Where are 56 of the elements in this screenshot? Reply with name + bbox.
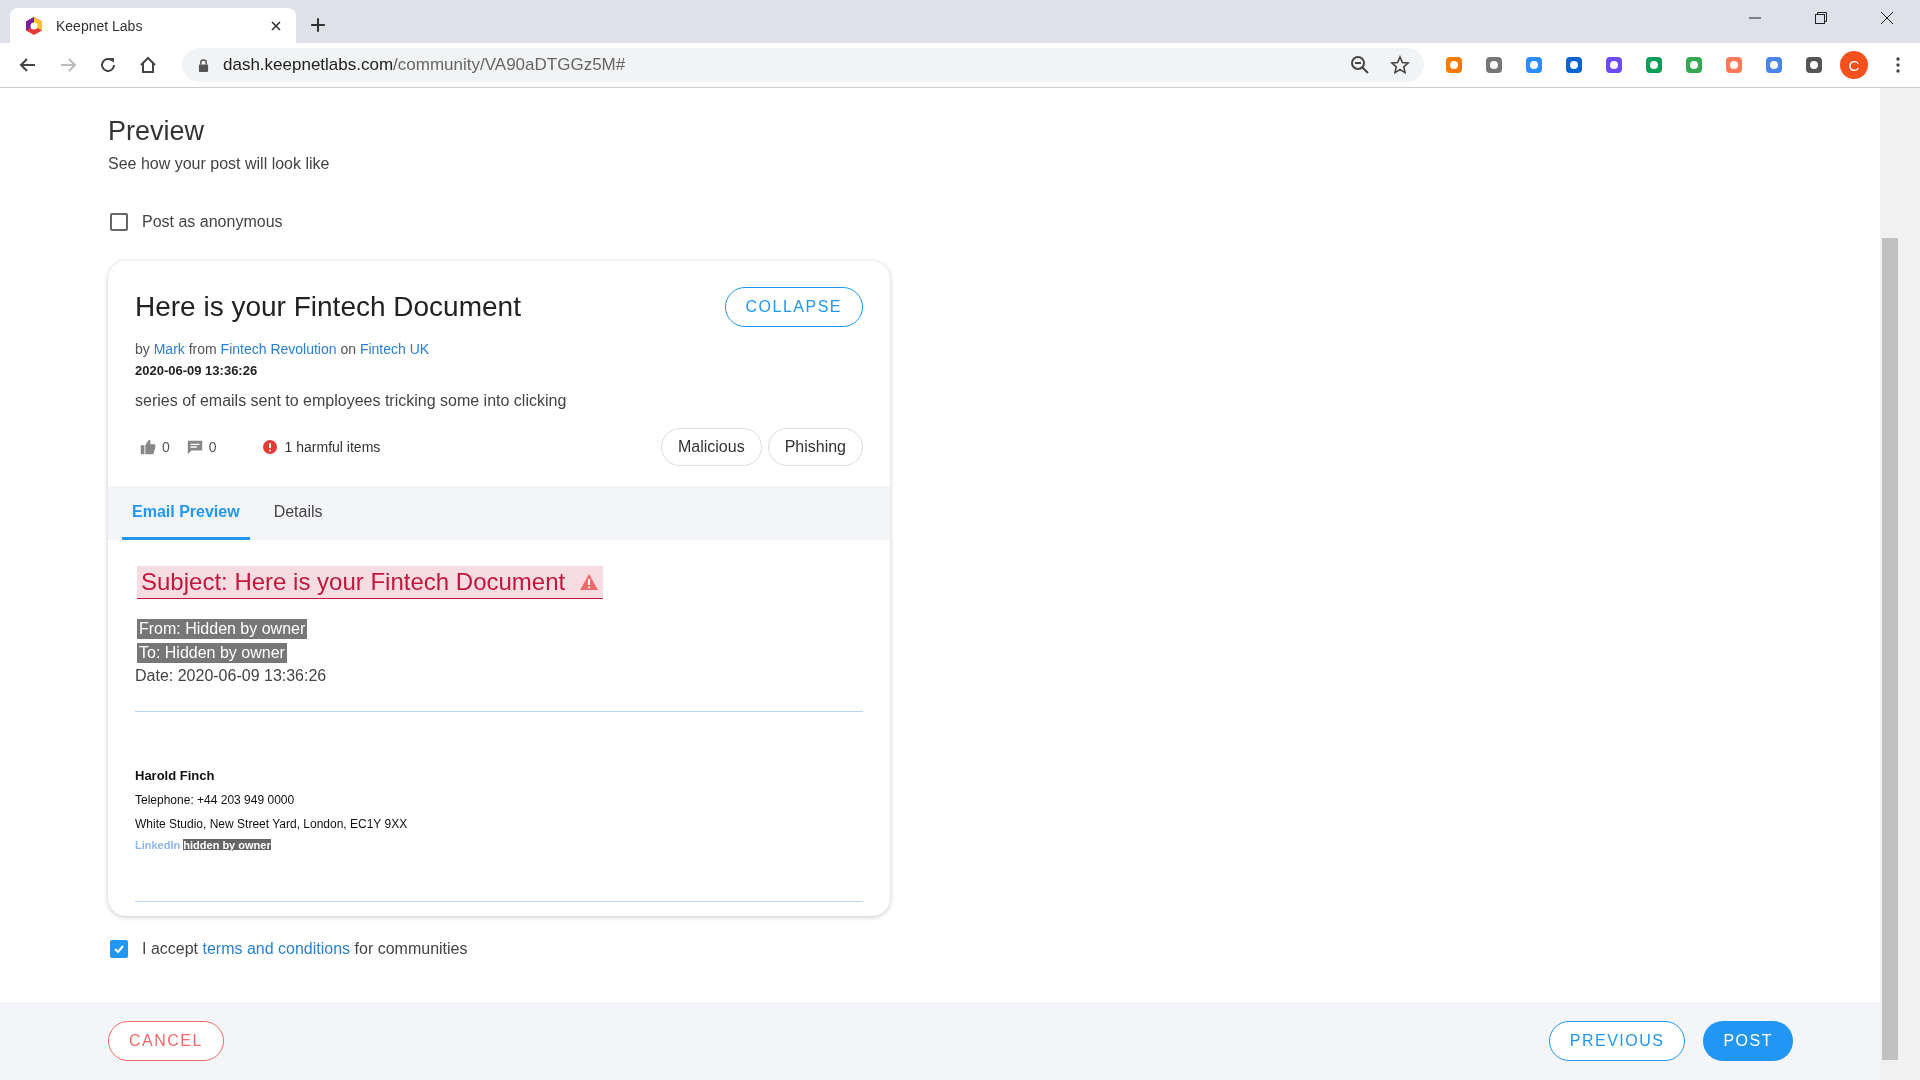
star-icon[interactable] [1390, 55, 1410, 75]
hexagon-logo-icon [24, 15, 44, 36]
browser-tab[interactable]: Keepnet Labs [10, 8, 296, 43]
subject-text: Subject: Here is your Fintech Document [141, 568, 566, 596]
post-byline: by Mark from Fintech Revolution on Fintech UK [135, 341, 431, 357]
comment-count: 0 [208, 439, 217, 455]
extension-icon[interactable] [1604, 55, 1624, 75]
previous-button[interactable]: PREVIOUS [1548, 1021, 1686, 1061]
post-description: series of emails sent to employees tricking some into clicking [135, 392, 568, 410]
email-to: To: Hidden by owner [137, 643, 287, 663]
anonymous-checkbox[interactable] [110, 213, 128, 231]
community-link[interactable]: Fintech UK [359, 341, 430, 357]
new-tab-icon[interactable] [310, 17, 326, 33]
post-date: 2020-06-09 13:36:26 [135, 363, 259, 378]
cancel-button[interactable]: CANCEL [108, 1021, 224, 1061]
close-icon[interactable] [1880, 11, 1894, 25]
close-icon[interactable] [270, 19, 282, 32]
email-date: Date: 2020-06-09 13:36:26 [135, 667, 328, 685]
extension-icon[interactable] [1484, 55, 1504, 75]
checkbox-label: Post as anonymous [142, 213, 283, 231]
alert-icon [262, 440, 277, 454]
extension-icon[interactable] [1644, 55, 1664, 75]
collapse-button[interactable]: COLLAPSE [724, 287, 863, 327]
address-bar[interactable]: dash.keepnetlabs.com/community/VA90aDTGGz5M# [182, 48, 1424, 82]
home-icon[interactable] [138, 55, 158, 75]
extension-icon[interactable] [1804, 55, 1824, 75]
terms-text: I accept terms and conditions for communities [142, 940, 468, 958]
signature-telephone: Telephone: +44 203 949 0000 [135, 793, 296, 807]
extension-icon[interactable] [1524, 55, 1544, 75]
profile-avatar[interactable]: C [1840, 51, 1868, 79]
group-link[interactable]: Fintech Revolution [220, 341, 337, 357]
like-count: 0 [162, 439, 170, 455]
terms-checkbox[interactable] [110, 940, 128, 958]
terms-link[interactable]: terms and conditions [202, 940, 351, 957]
page-subtitle: See how your post will look like [108, 155, 331, 173]
email-from: From: Hidden by owner [137, 619, 308, 639]
restore-icon[interactable] [1814, 11, 1828, 25]
preview-tab[interactable]: Email Preview [122, 486, 250, 540]
signature-address: White Studio, New Street Yard, London, EC1Y 9XX [135, 817, 409, 831]
reload-icon[interactable] [98, 55, 118, 75]
author-link[interactable]: Mark [153, 341, 185, 357]
url-text: dash.keepnetlabs.com/community/VA90aDTGGz5M# [223, 55, 626, 75]
lock-icon [198, 58, 209, 72]
post-title: Here is your Fintech Document [135, 291, 521, 323]
extension-icon[interactable] [1564, 55, 1584, 75]
preview-tab[interactable]: Details [263, 486, 333, 540]
zoom-out-icon[interactable] [1350, 55, 1370, 75]
thumbs-up-icon[interactable] [138, 438, 158, 456]
post-button[interactable]: POST [1703, 1021, 1793, 1061]
extension-icon[interactable] [1764, 55, 1784, 75]
scrollbar[interactable] [1880, 88, 1920, 1080]
tab-title: Keepnet Labs [56, 17, 144, 34]
harmful-count: 1 harmful items [284, 439, 381, 455]
page-title: Preview [108, 116, 206, 147]
signature-name: Harold Finch [135, 768, 216, 783]
warning-icon [579, 573, 600, 591]
